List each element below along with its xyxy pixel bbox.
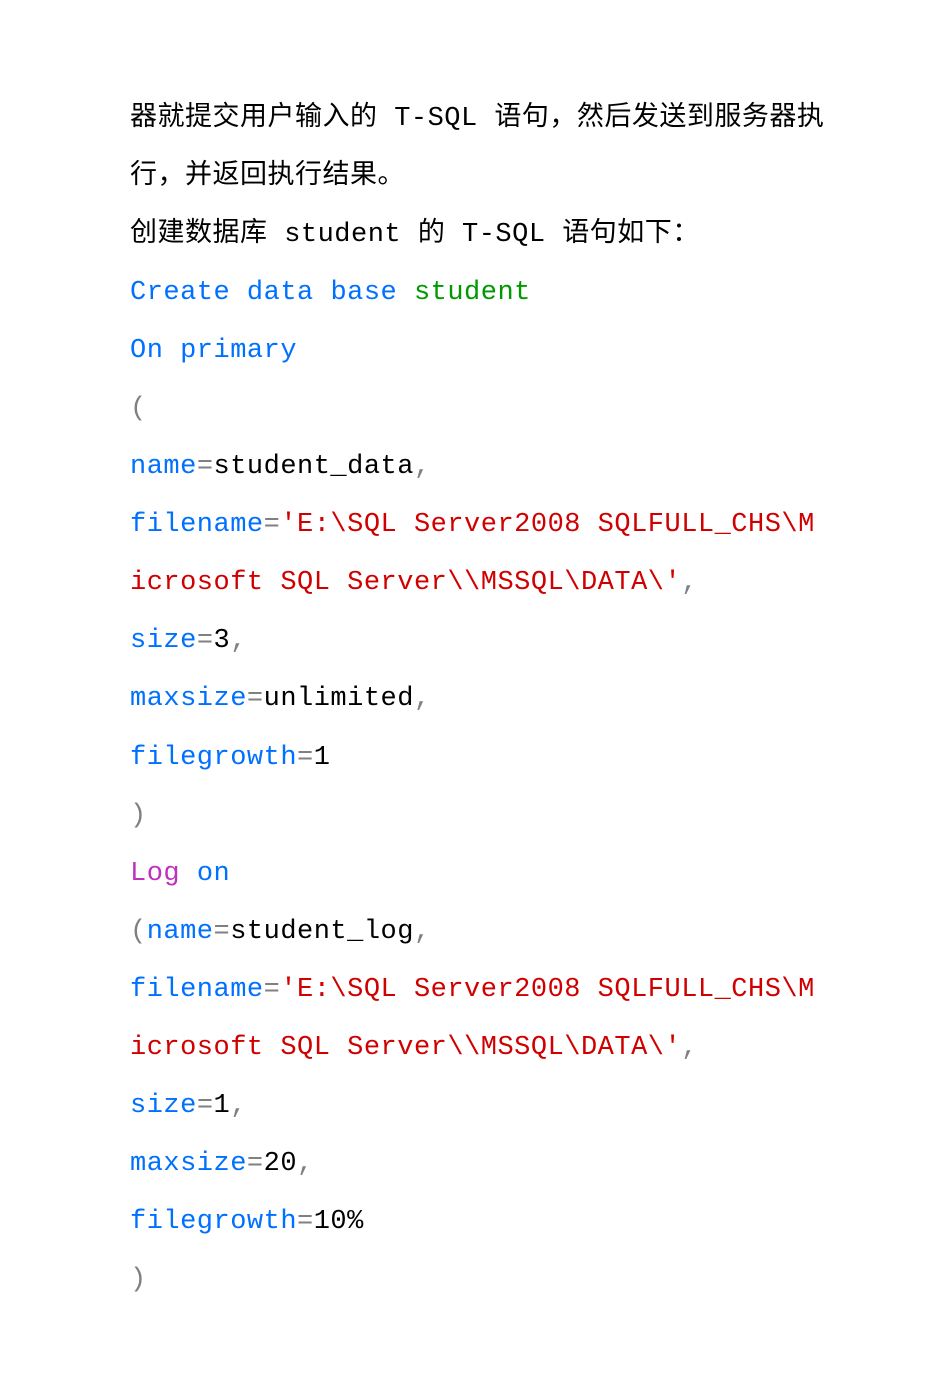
code-token: =: [197, 1091, 214, 1121]
code-token: [314, 278, 331, 308]
code-line: Log on: [130, 845, 827, 903]
code-token: =: [264, 510, 281, 540]
code-token: name: [130, 452, 197, 482]
code-line: Create data base student: [130, 264, 827, 322]
code-token: primary: [180, 336, 297, 366]
code-token: =: [297, 1207, 314, 1237]
code-token: =: [197, 626, 214, 656]
code-token: size: [130, 626, 197, 656]
code-line: size=1,: [130, 1077, 827, 1135]
code-token: on: [197, 859, 230, 889]
code-token: ,: [681, 568, 698, 598]
code-token: base: [330, 278, 397, 308]
code-token: =: [214, 917, 231, 947]
code-line: 器就提交用户输入的 T-SQL 语句，然后发送到服务器执行，并返回执行结果。: [130, 90, 827, 206]
code-line: filename='E:\SQL Server2008 SQLFULL_CHS\…: [130, 496, 827, 612]
code-line: ): [130, 1251, 827, 1309]
code-token: 器就提交用户输入的 T-SQL 语句，然后发送到服务器执行，并返回执行结果。: [130, 104, 824, 192]
code-line: maxsize=20,: [130, 1135, 827, 1193]
code-token: 10%: [314, 1207, 364, 1237]
code-token: Log: [130, 859, 180, 889]
code-token: On: [130, 336, 163, 366]
code-token: filegrowth: [130, 1207, 297, 1237]
code-token: ,: [414, 917, 431, 947]
code-token: ,: [681, 1033, 698, 1063]
code-token: maxsize: [130, 1149, 247, 1179]
code-token: ,: [414, 452, 431, 482]
code-token: unlimited: [264, 684, 414, 714]
code-token: ,: [230, 626, 247, 656]
code-token: [397, 278, 414, 308]
code-line: 创建数据库 student 的 T-SQL 语句如下：: [130, 206, 827, 264]
code-token: filename: [130, 510, 264, 540]
code-token: Create: [130, 278, 230, 308]
code-token: 创建数据库 student 的 T-SQL 语句如下：: [130, 220, 700, 250]
code-line: size=3,: [130, 612, 827, 670]
code-token: =: [247, 1149, 264, 1179]
code-token: [230, 278, 247, 308]
code-line: On primary: [130, 322, 827, 380]
code-line: name=student_data,: [130, 438, 827, 496]
code-token: =: [197, 452, 214, 482]
code-token: maxsize: [130, 684, 247, 714]
code-token: name: [147, 917, 214, 947]
code-token: (: [130, 917, 147, 947]
code-token: [163, 336, 180, 366]
code-line: filename='E:\SQL Server2008 SQLFULL_CHS\…: [130, 961, 827, 1077]
code-token: 1: [214, 1091, 231, 1121]
code-token: 3: [214, 626, 231, 656]
code-token: ): [130, 1265, 147, 1295]
document-page: 器就提交用户输入的 T-SQL 语句，然后发送到服务器执行，并返回执行结果。创建…: [0, 0, 945, 1399]
code-token: size: [130, 1091, 197, 1121]
code-token: 20: [264, 1149, 297, 1179]
code-token: student_data: [214, 452, 414, 482]
code-token: ,: [297, 1149, 314, 1179]
code-token: =: [247, 684, 264, 714]
code-token: filegrowth: [130, 743, 297, 773]
code-line: (: [130, 380, 827, 438]
code-token: data: [247, 278, 314, 308]
code-token: ,: [414, 684, 431, 714]
code-token: ,: [230, 1091, 247, 1121]
code-line: (name=student_log,: [130, 903, 827, 961]
code-token: (: [130, 394, 147, 424]
code-token: student_log: [230, 917, 414, 947]
code-line: ): [130, 787, 827, 845]
code-line: maxsize=unlimited,: [130, 670, 827, 728]
code-token: [180, 859, 197, 889]
code-token: student: [414, 278, 531, 308]
code-line: filegrowth=1: [130, 729, 827, 787]
code-token: =: [264, 975, 281, 1005]
code-token: 1: [314, 743, 331, 773]
code-token: ): [130, 801, 147, 831]
code-token: =: [297, 743, 314, 773]
code-line: filegrowth=10%: [130, 1193, 827, 1251]
code-token: filename: [130, 975, 264, 1005]
